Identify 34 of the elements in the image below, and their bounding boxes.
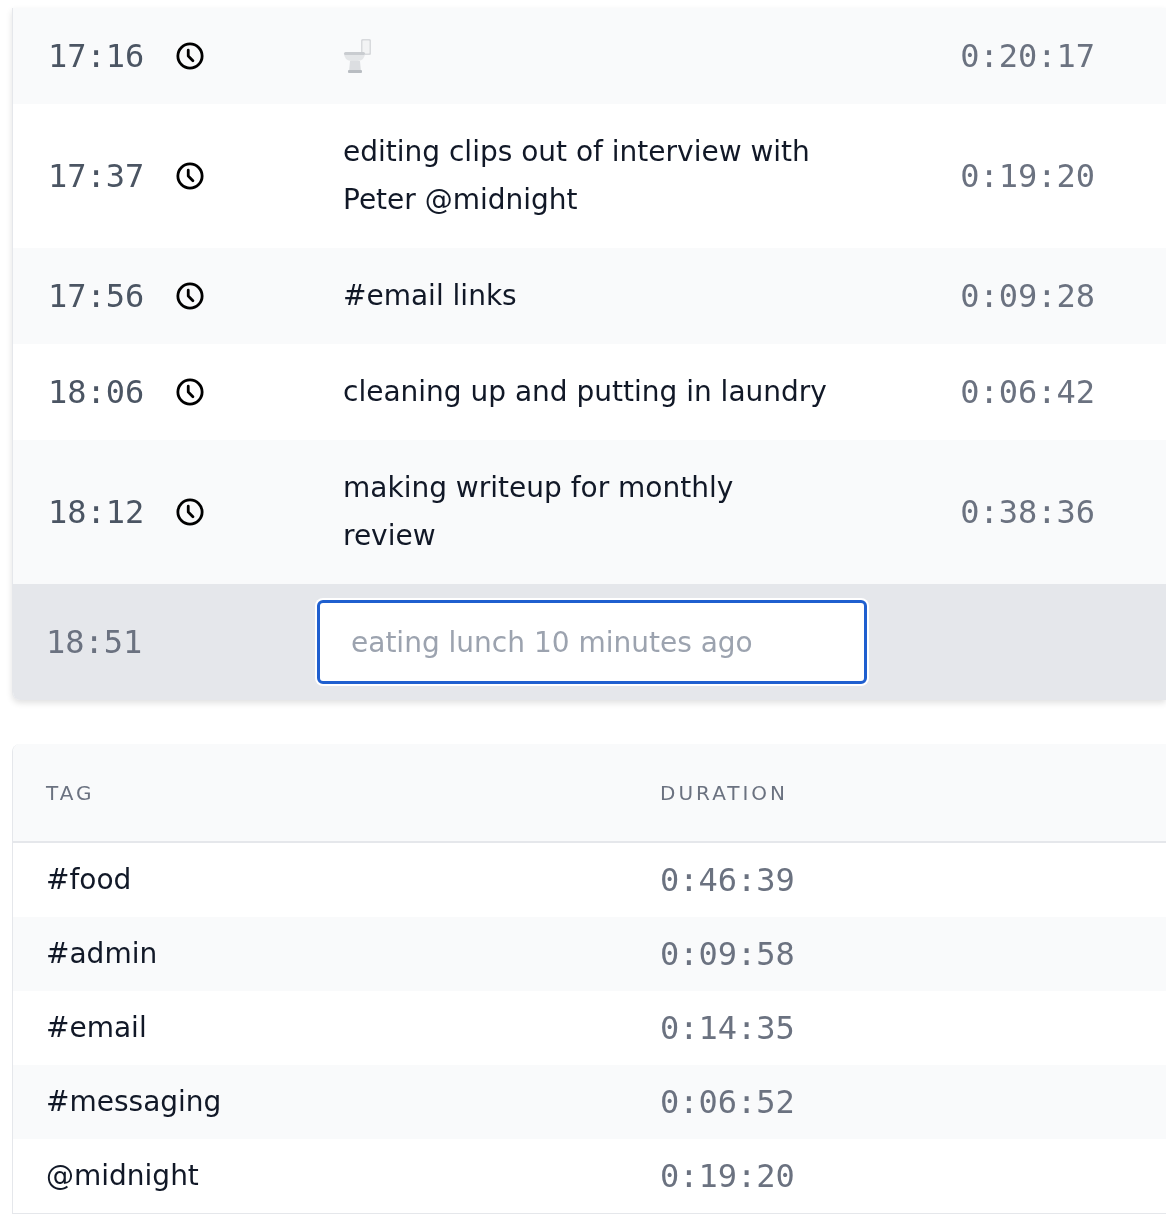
entry-duration: 0:20:17	[960, 36, 1095, 77]
entry-time: 18:06	[48, 372, 146, 413]
entry-time: 17:56	[48, 276, 146, 317]
entry-description: editing clips out of interview with Peter @midnight	[343, 135, 810, 216]
entry-description: cleaning up and putting in laundry	[343, 375, 827, 408]
toilet-icon	[343, 39, 373, 73]
clock-icon	[176, 378, 204, 406]
tag-duration: 0:06:52	[660, 1082, 795, 1123]
entry-duration: 0:38:36	[960, 492, 1095, 533]
tag-duration: 0:19:20	[660, 1156, 795, 1197]
entry-duration: 0:19:20	[960, 156, 1095, 197]
clock-icon	[176, 42, 204, 70]
tag-name: #food	[46, 863, 132, 896]
tag-name: #admin	[46, 937, 158, 970]
tag-duration: 0:14:35	[660, 1008, 795, 1049]
entry-time: 18:51	[46, 622, 144, 663]
tag-duration: 0:46:39	[660, 860, 795, 901]
entry-duration: 0:06:42	[960, 372, 1095, 413]
clock-icon	[176, 498, 204, 526]
entry-description: making writeup for monthly review	[343, 471, 734, 552]
clock-icon	[176, 282, 204, 310]
tag-duration: 0:09:58	[660, 934, 795, 975]
entry-time: 17:37	[48, 156, 146, 197]
column-header: TAG	[46, 780, 95, 805]
tag-name: @midnight	[46, 1159, 199, 1192]
tag-name: #messaging	[46, 1085, 222, 1118]
entry-time: 18:12	[48, 492, 146, 533]
tag-name: #email	[46, 1011, 147, 1044]
entry-time: 17:16	[48, 36, 146, 77]
entry-input[interactable]: eating lunch 10 minutes ago	[317, 600, 867, 684]
clock-icon	[176, 162, 204, 190]
entry-description: #email links	[343, 279, 517, 312]
column-header: DURATION	[660, 780, 789, 805]
entry-duration: 0:09:28	[960, 276, 1095, 317]
